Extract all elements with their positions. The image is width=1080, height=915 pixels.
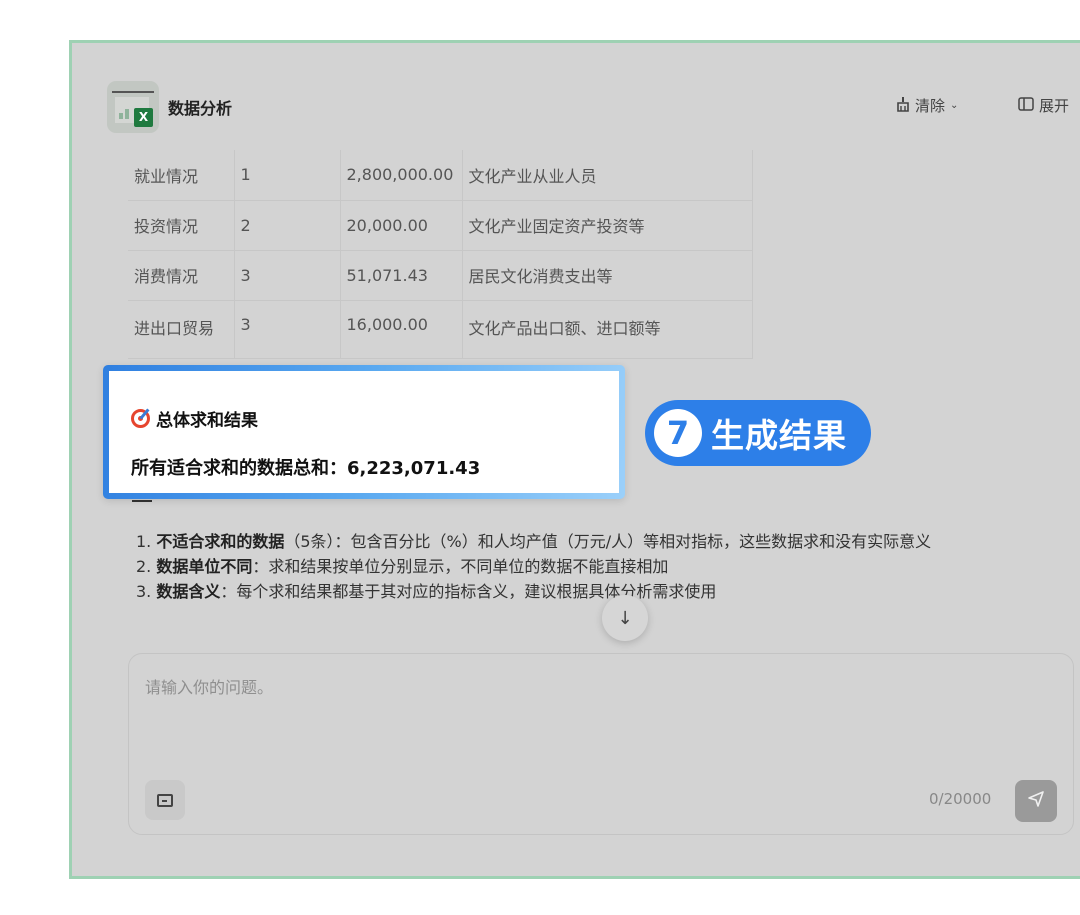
table-cell: 文化产品出口额、进口额等 [462,300,753,359]
result-card-title: 总体求和结果 [131,406,258,431]
table-row: 进出口贸易 3 16,000.00 文化产品出口额、进口额等 [128,300,753,359]
attach-file-button[interactable] [145,780,185,820]
folder-icon [157,793,173,807]
table-cell: 消费情况 [128,250,235,301]
expand-button[interactable]: 展开 [1018,95,1069,116]
chevron-down-icon: ⌄ [950,100,959,111]
clear-button[interactable]: 清除 ⌄ [896,95,958,116]
table-cell: 投资情况 [128,200,235,251]
table-cell: 51,071.43 [340,250,463,301]
note-item: 1. 不适合求和的数据（5条）：包含百分比（%）和人均产值（万元/人）等相对指标… [136,532,932,551]
result-highlight-card: 总体求和结果 所有适合求和的数据总和：6,223,071.43 [103,365,625,499]
table-row: 消费情况 3 51,071.43 居民文化消费支出等 [128,250,753,301]
table-row: 就业情况 1 2,800,000.00 文化产业从业人员 [128,150,753,201]
step-label: 生成结果 [711,416,847,455]
scroll-to-bottom-button[interactable]: ↓ [602,595,648,641]
question-input[interactable] [145,674,1045,754]
chat-composer: 0/20000 [128,653,1074,835]
table-cell: 2 [234,200,341,251]
broom-icon [896,96,910,116]
note-item: 3. 数据含义：每个求和结果都基于其对应的指标含义，建议根据具体分析需求使用 [136,582,717,601]
table-cell: 3 [234,300,341,359]
notes-list: 1. 不适合求和的数据（5条）：包含百分比（%）和人均产值（万元/人）等相对指标… [136,529,931,604]
table-cell: 进出口贸易 [128,300,235,359]
table-cell: 居民文化消费支出等 [462,250,753,301]
char-count: 0/20000 [929,790,992,808]
total-sum-text: 所有适合求和的数据总和：6,223,071.43 [131,458,481,479]
table-cell: 1 [234,150,341,201]
target-icon [131,409,150,428]
table-cell: 3 [234,250,341,301]
table-cell: 20,000.00 [340,200,463,251]
sidebar-panel-icon [1018,96,1034,115]
table-cell: 文化产业从业人员 [462,150,753,201]
arrow-down-icon: ↓ [617,607,633,629]
data-table: 就业情况 1 2,800,000.00 文化产业从业人员 投资情况 2 20,0… [128,150,753,359]
send-icon [1027,790,1045,813]
table-cell: 2,800,000.00 [340,150,463,201]
step-number: 7 [654,409,702,457]
note-item: 2. 数据单位不同：求和结果按单位分别显示，不同单位的数据不能直接相加 [136,557,669,576]
table-cell: 就业情况 [128,150,235,201]
step-badge: 7 生成结果 [645,400,871,466]
table-cell: 文化产业固定资产投资等 [462,200,753,251]
table-cell: 16,000.00 [340,300,463,359]
clear-label: 清除 [915,97,946,115]
expand-label: 展开 [1039,97,1070,115]
table-row: 投资情况 2 20,000.00 文化产业固定资产投资等 [128,200,753,251]
app-title: 数据分析 [168,99,233,118]
send-button[interactable] [1015,780,1057,822]
excel-app-icon: X [107,81,159,133]
